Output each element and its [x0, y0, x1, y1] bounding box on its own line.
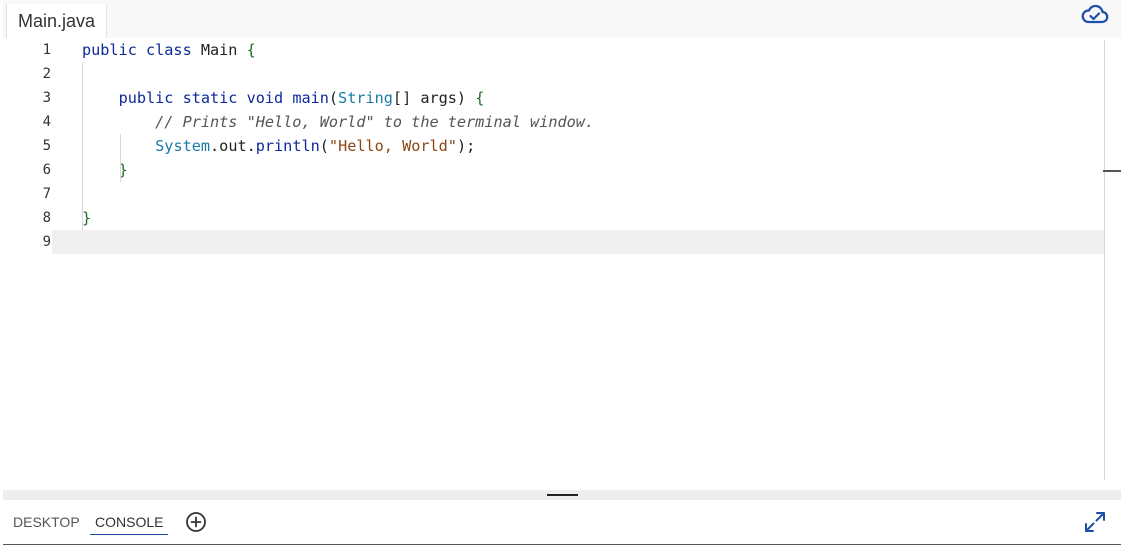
plus-circle-icon[interactable] [185, 511, 207, 533]
code-line[interactable]: // Prints "Hello, World" to the terminal… [52, 110, 1105, 134]
code-token: String [338, 89, 393, 107]
line-number: 1 [42, 42, 51, 58]
line-number: 5 [42, 138, 51, 154]
code-line[interactable]: public class Main { [52, 38, 1105, 62]
code-line[interactable] [52, 230, 1105, 254]
indent-guide [82, 62, 83, 230]
code-token: ( [319, 137, 329, 155]
code-line[interactable] [52, 182, 1105, 206]
expand-diagonal-icon[interactable] [1081, 508, 1109, 536]
splitter-handle[interactable] [547, 494, 578, 496]
code-token: .out. [210, 137, 256, 155]
line-number: 9 [42, 234, 51, 250]
line-number: 8 [42, 210, 51, 226]
code-line[interactable]: System.out.println("Hello, World"); [52, 134, 1105, 158]
file-tab-label: Main.java [17, 10, 96, 31]
code-line[interactable] [52, 62, 1105, 86]
indent-guide [120, 134, 121, 182]
cloud-check-icon[interactable] [1080, 2, 1110, 26]
bottom-panel-tabs: DESKTOP CONSOLE [3, 500, 1121, 545]
line-number-gutter: 1 2 3 4 5 6 7 8 9 [3, 38, 51, 254]
scrollbar-track[interactable] [1104, 40, 1105, 480]
code-token: "Hello, World" [328, 137, 457, 155]
code-token: // Prints "Hello, World" to the terminal… [155, 113, 595, 131]
code-token: ( [328, 89, 339, 107]
code-line[interactable]: } [52, 206, 1105, 230]
code-token: ); [456, 137, 476, 155]
line-number: 7 [42, 186, 51, 202]
line-number: 6 [42, 162, 51, 178]
tab-desktop-label: DESKTOP [13, 514, 80, 530]
code-token: { [246, 41, 256, 59]
code-token: { [475, 89, 485, 107]
line-number: 4 [42, 114, 51, 130]
code-token: public class [82, 41, 201, 59]
editor-header: Main.java [3, 0, 1121, 38]
code-token: } [82, 209, 92, 227]
code-token: main [292, 89, 329, 107]
tab-console[interactable]: CONSOLE [90, 512, 169, 535]
code-token: [] args) [392, 89, 476, 107]
code-token: System [155, 137, 211, 155]
tab-console-label: CONSOLE [95, 514, 164, 530]
code-area[interactable]: public class Main { public static void m… [52, 38, 1105, 254]
file-tab-main-java[interactable]: Main.java [6, 4, 107, 38]
code-line[interactable]: } [52, 158, 1105, 182]
code-token: Main [200, 41, 247, 59]
line-number: 3 [42, 90, 51, 106]
code-line[interactable]: public static void main(String[] args) { [52, 86, 1105, 110]
pane-splitter[interactable] [3, 490, 1121, 500]
code-token: println [255, 137, 320, 155]
line-number: 2 [42, 66, 51, 82]
code-editor[interactable]: 1 2 3 4 5 6 7 8 9 public class Main { public sta… [3, 38, 1121, 490]
tab-desktop[interactable]: DESKTOP [13, 512, 80, 534]
code-token: public static void [118, 89, 293, 107]
scrollbar-thumb[interactable] [1103, 170, 1121, 172]
